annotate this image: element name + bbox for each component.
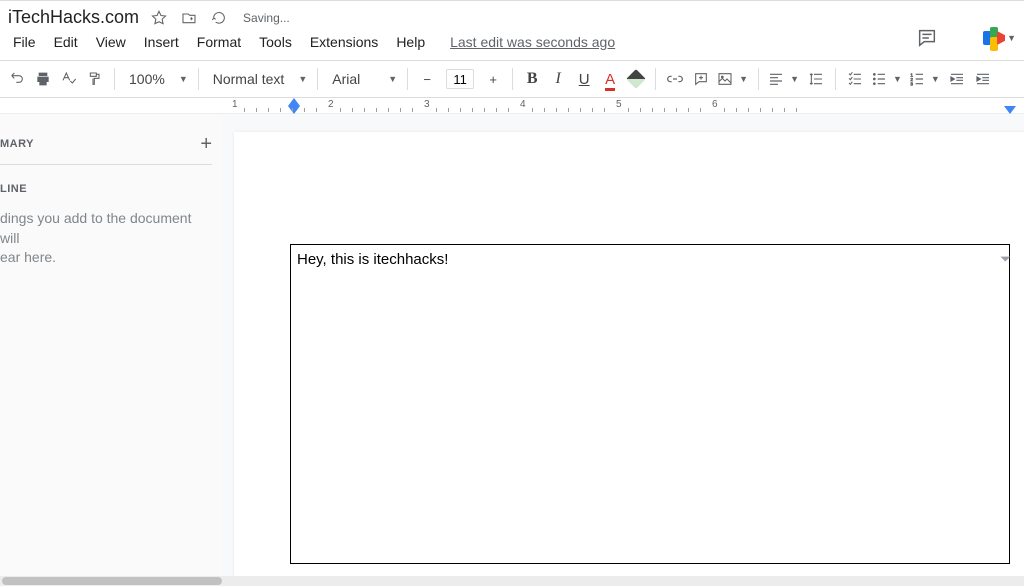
ruler[interactable]: 1 2 3 4 5 6 (0, 98, 1024, 114)
outline-heading: LINE (0, 183, 27, 195)
add-comment-button[interactable] (688, 66, 714, 92)
ruler-number: 3 (424, 99, 430, 110)
insert-link-button[interactable] (662, 66, 688, 92)
bullet-list-button[interactable]: ▼ (868, 66, 906, 92)
ruler-right-indent[interactable] (1004, 106, 1016, 114)
ruler-left-indent[interactable] (288, 98, 300, 106)
ruler-first-line-indent[interactable] (288, 106, 300, 114)
italic-button[interactable]: I (545, 66, 571, 92)
underline-button[interactable]: U (571, 66, 597, 92)
menu-extensions[interactable]: Extensions (301, 30, 387, 54)
separator (198, 68, 199, 90)
svg-text:3: 3 (910, 82, 913, 87)
body-text[interactable]: Hey, this is itechhacks! (297, 251, 1003, 268)
separator (655, 68, 656, 90)
menu-help[interactable]: Help (387, 30, 434, 54)
menu-tools[interactable]: Tools (250, 30, 301, 54)
indent-increase-button[interactable] (970, 66, 996, 92)
bold-button[interactable]: B (519, 66, 545, 92)
separator (758, 68, 759, 90)
separator (317, 68, 318, 90)
toolbar: 100%▼ Normal text▼ Arial▼ − 11 + B I U A… (0, 60, 1024, 98)
save-status-text: Saving... (243, 11, 290, 25)
ruler-number: 1 (232, 99, 238, 110)
star-icon[interactable] (149, 8, 169, 28)
ruler-number: 4 (520, 99, 526, 110)
line-spacing-button[interactable] (803, 66, 829, 92)
separator (835, 68, 836, 90)
separator (512, 68, 513, 90)
separator (114, 68, 115, 90)
ruler-number: 6 (712, 99, 718, 110)
cloud-status-icon (209, 8, 229, 28)
menu-bar: File Edit View Insert Format Tools Exten… (0, 30, 1024, 60)
document-canvas[interactable]: ◢ Hey, this is itechhacks! (222, 114, 1024, 580)
checklist-button[interactable] (842, 66, 868, 92)
comments-icon[interactable] (915, 26, 939, 50)
font-dropdown[interactable]: Arial▼ (324, 71, 401, 87)
style-dropdown[interactable]: Normal text▼ (205, 71, 312, 87)
font-size-decrease[interactable]: − (414, 66, 440, 92)
summary-heading: MARY (0, 138, 34, 150)
menu-view[interactable]: View (87, 30, 135, 54)
last-edit-link[interactable]: Last edit was seconds ago (450, 34, 615, 50)
numbered-list-button[interactable]: 123▼ (906, 66, 944, 92)
undo-button[interactable] (4, 66, 30, 92)
page: ◢ Hey, this is itechhacks! (234, 132, 1024, 580)
text-color-button[interactable]: A (597, 66, 623, 92)
meet-button[interactable]: ▼ (983, 27, 1016, 49)
ruler-number: 2 (328, 99, 334, 110)
align-button[interactable]: ▼ (765, 66, 803, 92)
move-icon[interactable] (179, 8, 199, 28)
font-size-input[interactable]: 11 (446, 69, 474, 89)
insert-image-button[interactable]: ▼ (714, 66, 752, 92)
paint-format-button[interactable] (82, 66, 108, 92)
add-summary-button[interactable]: + (200, 134, 212, 154)
highlighter-icon (626, 69, 646, 89)
indent-decrease-button[interactable] (944, 66, 970, 92)
menu-edit[interactable]: Edit (45, 30, 87, 54)
outline-empty-text: dings you add to the document will ear h… (0, 209, 212, 268)
menu-file[interactable]: File (4, 30, 45, 54)
menu-insert[interactable]: Insert (135, 30, 188, 54)
menu-format[interactable]: Format (188, 30, 250, 54)
ruler-number: 5 (616, 99, 622, 110)
text-box[interactable]: ◢ Hey, this is itechhacks! (290, 244, 1010, 564)
meet-icon (983, 27, 1005, 49)
font-size-increase[interactable]: + (480, 66, 506, 92)
print-button[interactable] (30, 66, 56, 92)
horizontal-scrollbar[interactable] (0, 576, 1024, 586)
separator (407, 68, 408, 90)
doc-title[interactable]: iTechHacks.com (8, 7, 139, 28)
outline-sidebar: MARY + LINE dings you add to the documen… (0, 114, 222, 580)
zoom-dropdown[interactable]: 100%▼ (121, 71, 192, 87)
spellcheck-button[interactable] (56, 66, 82, 92)
chevron-down-icon: ▼ (1007, 33, 1016, 43)
highlight-button[interactable] (623, 66, 649, 92)
scrollbar-thumb[interactable] (2, 577, 222, 585)
